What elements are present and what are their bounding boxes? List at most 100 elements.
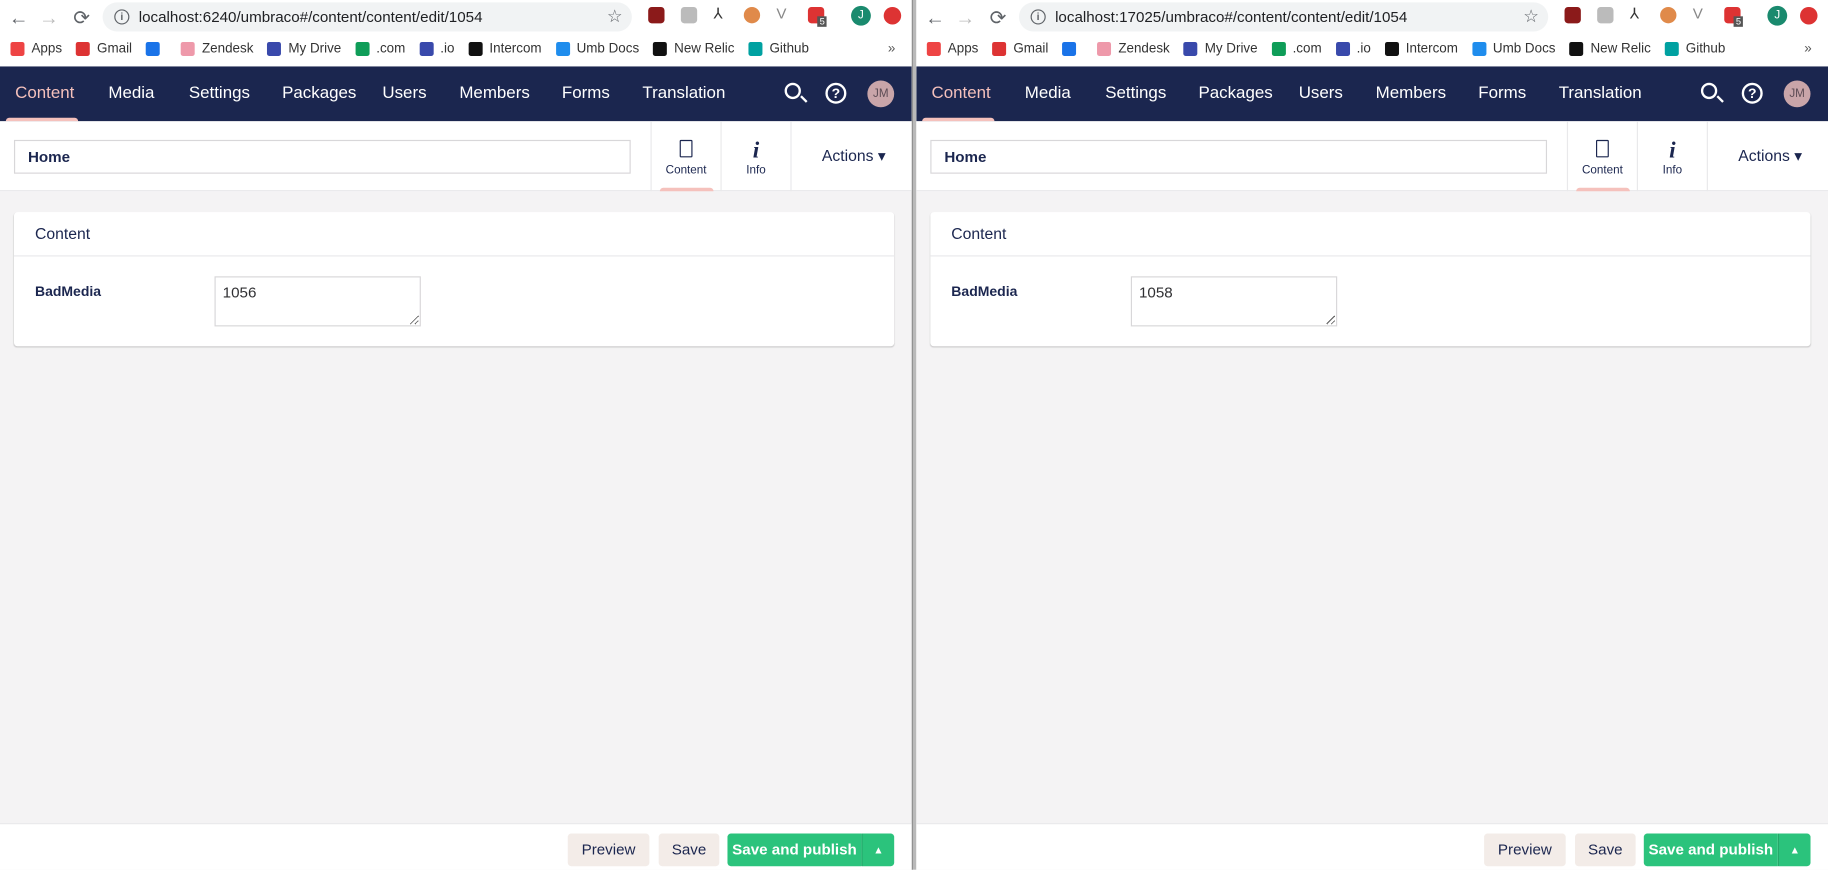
bookmark-item[interactable]: Umb Docs <box>1471 41 1555 56</box>
profile-avatar[interactable]: J <box>1767 5 1788 26</box>
save-and-publish-button[interactable]: Save and publish <box>727 833 862 867</box>
save-button[interactable]: Save <box>658 833 720 867</box>
bookmark-item[interactable]: Github <box>748 41 809 56</box>
user-avatar[interactable]: JM <box>867 80 895 108</box>
nav-item-members[interactable]: Members <box>459 84 529 103</box>
actions-dropdown[interactable]: Actions ▾ <box>790 121 911 192</box>
vue-extension-icon[interactable]: V <box>1693 5 1709 22</box>
preview-button[interactable]: Preview <box>1484 833 1566 867</box>
bookmark-item[interactable]: My Drive <box>1183 41 1258 56</box>
bookmark-item[interactable] <box>146 41 167 56</box>
content-app-label: Content <box>1581 164 1623 178</box>
bookmark-label: Gmail <box>1013 41 1049 56</box>
nav-item-translation[interactable]: Translation <box>642 84 725 103</box>
node-name-input[interactable]: Home <box>930 139 1548 174</box>
nav-item-users[interactable]: Users <box>382 84 426 103</box>
nav-item-members[interactable]: Members <box>1376 84 1446 103</box>
user-avatar[interactable]: JM <box>1783 80 1811 108</box>
nav-item-forms[interactable]: Forms <box>562 84 610 103</box>
bookmark-item[interactable]: .io <box>419 41 455 56</box>
ublock-extension-icon[interactable] <box>648 6 665 24</box>
nav-item-media[interactable]: Media <box>108 84 154 103</box>
nav-item-settings[interactable]: Settings <box>1105 84 1166 103</box>
publish-options-button[interactable]: ▲ <box>1777 833 1811 867</box>
site-info-icon[interactable]: i <box>114 9 130 25</box>
bookmark-star-icon[interactable]: ☆ <box>607 6 623 27</box>
back-icon[interactable]: ← <box>7 7 30 30</box>
nav-item-media[interactable]: Media <box>1025 84 1071 103</box>
bookmark-star-icon[interactable]: ☆ <box>1523 6 1539 27</box>
bookmarks-overflow-button[interactable]: » <box>888 42 895 56</box>
actions-dropdown[interactable]: Actions ▾ <box>1706 121 1828 192</box>
reload-icon[interactable]: ⟳ <box>70 7 93 30</box>
node-name-input[interactable]: Home <box>13 139 631 174</box>
save-button[interactable]: Save <box>1575 833 1636 867</box>
owl-extension-icon[interactable] <box>1660 6 1677 24</box>
fork-extension-icon[interactable]: ⅄ <box>713 5 729 22</box>
nav-item-users[interactable]: Users <box>1299 84 1343 103</box>
search-icon[interactable] <box>784 82 801 100</box>
nav-item-forms[interactable]: Forms <box>1478 84 1526 103</box>
bookmark-item[interactable]: New Relic <box>1569 41 1651 56</box>
save-and-publish-button[interactable]: Save and publish <box>1643 833 1778 867</box>
help-icon[interactable]: ? <box>1741 82 1763 104</box>
bookmark-item[interactable]: .com <box>355 41 405 56</box>
fork-extension-icon[interactable]: ⅄ <box>1630 5 1646 22</box>
ublock-extension-icon[interactable] <box>1564 6 1581 24</box>
bookmark-item[interactable]: Intercom <box>1384 41 1458 56</box>
bookmark-item[interactable]: New Relic <box>653 41 734 56</box>
nav-item-settings[interactable]: Settings <box>189 84 250 103</box>
help-icon[interactable]: ? <box>825 82 847 104</box>
nav-item-packages[interactable]: Packages <box>282 84 356 103</box>
content-app-tab[interactable]: Content <box>650 121 721 192</box>
bookmark-item[interactable]: .io <box>1335 41 1371 56</box>
todo-extension-icon[interactable]: 5 <box>1724 6 1744 27</box>
extension-icon[interactable] <box>680 6 698 24</box>
reload-icon[interactable]: ⟳ <box>986 7 1009 30</box>
nav-item-content[interactable]: Content <box>931 84 990 103</box>
bad-media-textarea[interactable]: 1056 <box>214 276 421 327</box>
address-bar[interactable]: i localhost:17025/umbraco#/content/conte… <box>1018 2 1549 32</box>
bookmark-item[interactable]: My Drive <box>267 41 341 56</box>
owl-extension-icon[interactable] <box>743 6 761 24</box>
todo-extension-icon[interactable]: 5 <box>807 6 828 27</box>
site-info-icon[interactable]: i <box>1030 9 1046 25</box>
address-bar[interactable]: i localhost:6240/umbraco#/content/conten… <box>102 2 632 32</box>
bookmark-item[interactable]: Apps <box>10 41 62 56</box>
property-label: BadMedia <box>34 283 102 300</box>
nav-item-content[interactable]: Content <box>15 84 74 103</box>
info-app-tab[interactable]: i Info <box>720 121 790 192</box>
bookmark-item[interactable]: Zendesk <box>180 41 253 56</box>
bookmark-item[interactable]: Apps <box>926 41 978 56</box>
bookmark-item[interactable]: Zendesk <box>1097 41 1170 56</box>
bookmark-item[interactable]: .com <box>1271 41 1322 56</box>
bookmark-item[interactable] <box>1062 41 1083 56</box>
back-icon[interactable]: ← <box>923 7 946 30</box>
profile-avatar[interactable]: J <box>851 5 871 26</box>
preview-button[interactable]: Preview <box>567 833 650 867</box>
bookmark-label: .io <box>440 41 455 56</box>
publish-options-button[interactable]: ▲ <box>861 833 895 867</box>
forward-icon[interactable]: → <box>954 7 977 30</box>
bookmark-item[interactable]: Gmail <box>76 41 132 56</box>
nav-item-packages[interactable]: Packages <box>1198 84 1272 103</box>
search-icon[interactable] <box>1700 82 1718 100</box>
nav-item-translation[interactable]: Translation <box>1559 84 1642 103</box>
extension-icon[interactable] <box>1597 6 1614 24</box>
bookmark-item[interactable]: Github <box>1664 41 1725 56</box>
bookmark-item[interactable]: Intercom <box>468 41 542 56</box>
update-icon[interactable] <box>1800 6 1818 25</box>
extension-badge: 5 <box>817 16 828 27</box>
update-icon[interactable] <box>883 6 902 25</box>
document-icon <box>679 139 693 158</box>
bookmark-label: My Drive <box>1204 41 1258 56</box>
vue-extension-icon[interactable]: V <box>776 5 792 22</box>
bookmarks-overflow-button[interactable]: » <box>1804 42 1811 56</box>
bad-media-textarea[interactable]: 1058 <box>1130 276 1338 327</box>
info-app-tab[interactable]: i Info <box>1636 121 1707 192</box>
bookmark-item[interactable]: Umb Docs <box>555 41 639 56</box>
content-app-tab[interactable]: Content <box>1566 121 1637 192</box>
forward-icon[interactable]: → <box>37 7 60 30</box>
bookmark-favicon-icon <box>1569 41 1584 56</box>
bookmark-item[interactable]: Gmail <box>992 41 1049 56</box>
